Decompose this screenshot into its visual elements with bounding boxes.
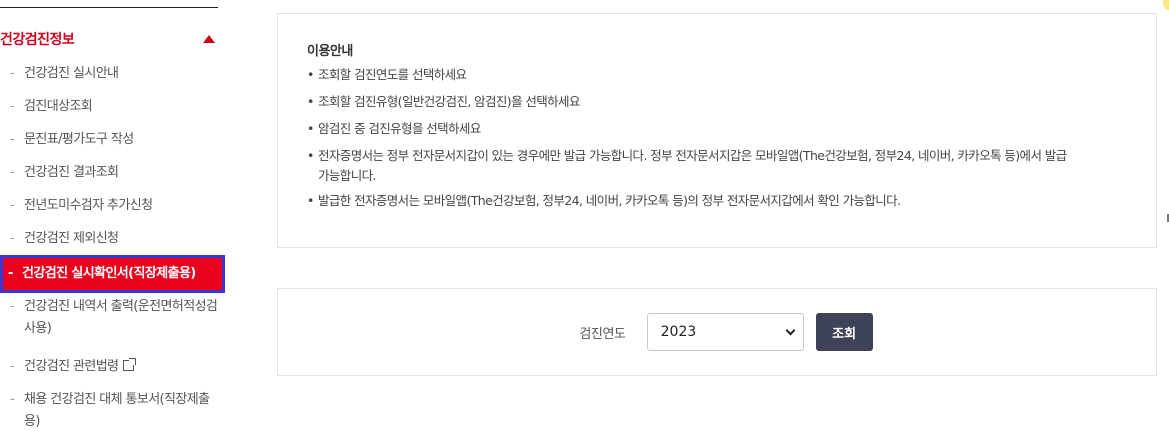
sidebar-item-results[interactable]: - 건강검진 결과조회 [0,157,225,190]
guide-list: 조회할 검진연도를 선택하세요 조회할 검진유형(일반건강검진, 암검진)을 선… [307,65,1126,211]
sidebar-item-label: 건강검진 실시확인서(직장제출용) [22,266,196,281]
sidebar-item-label: 건강검진 관련법령 [24,359,119,374]
guide-item: 발급한 전자증명서는 모바일앱(The건강보험, 정부24, 네이버, 카카오톡… [307,191,1126,211]
sidebar-item-employment-notice[interactable]: - 채용 건강검진 대체 통보서(직장제출용) [0,384,225,436]
selected-year: 2023 [660,324,697,340]
section-toggle[interactable]: 건강검진정보 [0,26,222,52]
sidebar-item-label: 전년도미수검자 추가신청 [24,198,153,213]
year-label: 검진연도 [579,326,626,342]
search-panel: 검진연도 2023 조회 [277,288,1157,376]
sidebar-item-history-printout[interactable]: - 건강검진 내역서 출력(운전면허적성검사용) [0,291,225,351]
sidebar: 건강검진정보 - 건강검진 실시안내 - 검진대상조회 - 문진표/평가도구 작성 -… [0,0,225,436]
sidebar-item-checkup-guide[interactable]: - 건강검진 실시안내 [0,58,225,91]
sidebar-item-confirmation-certificate[interactable]: - 건강검진 실시확인서(직장제출용) [0,255,225,293]
sidebar-item-label: 건강검진 제외신청 [24,231,119,246]
guide-item: 조회할 검진유형(일반건강검진, 암검진)을 선택하세요 [307,92,1126,112]
sidebar-item-label: 문진표/평가도구 작성 [24,132,134,147]
year-select[interactable]: 2023 [646,313,804,351]
sidebar-item-label: 건강검진 내역서 출력(운전면허적성검사용) [24,299,218,336]
sidebar-item-questionnaire[interactable]: - 문진표/평가도구 작성 [0,124,225,157]
guide-item: 전자증명서는 정부 전자문서지갑이 있는 경우에만 발급 가능합니다. 정부 전… [307,146,1126,186]
sidebar-menu: - 건강검진 실시안내 - 검진대상조회 - 문진표/평가도구 작성 - 건강검진 결과… [0,58,225,436]
sidebar-item-additional-request[interactable]: - 전년도미수검자 추가신청 [0,190,225,223]
external-link-icon [123,358,137,371]
section-title: 건강검진정보 [0,32,75,48]
chevron-down-icon [785,325,796,336]
sidebar-item-related-laws[interactable]: - 건강검진 관련법령 [0,351,225,384]
sidebar-item-eligibility[interactable]: - 검진대상조회 [0,91,225,124]
guide-title: 이용안내 [307,44,353,59]
guide-item: 암검진 중 검진유형을 선택하세요 [307,119,1126,139]
divider [0,7,218,8]
sidebar-item-label: 건강검진 실시안내 [24,66,119,81]
sidebar-item-label: 채용 건강검진 대체 통보서(직장제출용) [24,392,210,429]
sidebar-item-exclusion[interactable]: - 건강검진 제외신청 [0,223,225,256]
cursor-highlight [1163,0,1169,10]
sidebar-item-label: 건강검진 결과조회 [24,165,119,180]
caret-up-icon [203,35,215,43]
usage-guide-panel: 이용안내 조회할 검진연도를 선택하세요 조회할 검진유형(일반건강검진, 암검… [277,13,1157,248]
search-button[interactable]: 조회 [815,313,873,351]
guide-item: 조회할 검진연도를 선택하세요 [307,65,1126,85]
sidebar-item-label: 검진대상조회 [24,99,93,114]
